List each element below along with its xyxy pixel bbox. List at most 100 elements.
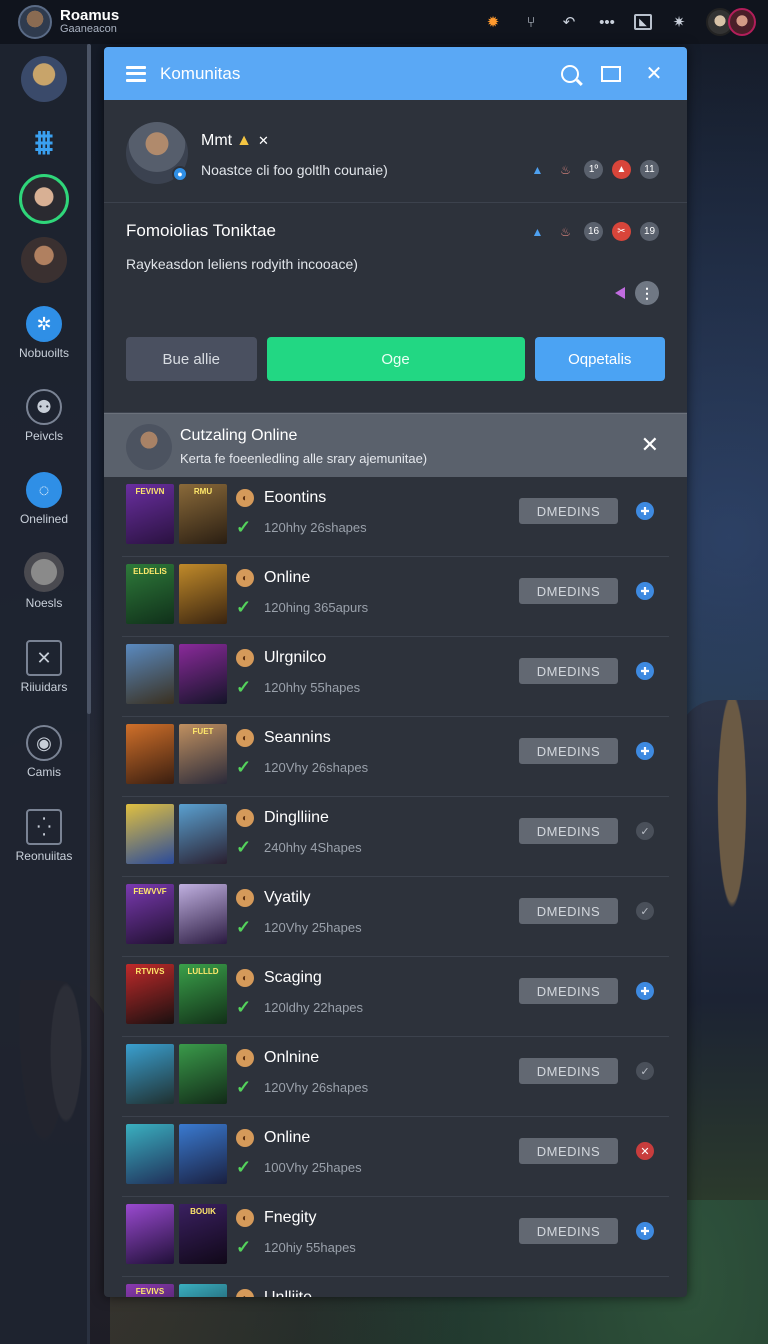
- rail-item-reonuiitas[interactable]: ⁛ Reonuiitas: [0, 809, 88, 863]
- fork-icon[interactable]: ⑂: [520, 11, 542, 33]
- check-icon: ✓: [236, 1157, 252, 1177]
- members-button[interactable]: DMEDINS: [519, 578, 618, 604]
- game-thumbnail[interactable]: [126, 1124, 174, 1184]
- members-button[interactable]: DMEDINS: [519, 818, 618, 844]
- play-back-icon[interactable]: [615, 287, 625, 299]
- notice-name-text: Mmt: [201, 132, 233, 149]
- check-icon: ✓: [236, 597, 252, 617]
- rail-item-peivcls[interactable]: ⚉ Peivcls: [0, 389, 88, 443]
- thumbnail-label: FEVIVS: [135, 1287, 165, 1296]
- add-icon[interactable]: ✚: [636, 742, 654, 760]
- menu-icon[interactable]: [126, 65, 146, 82]
- members-button[interactable]: DMEDINS: [519, 898, 618, 924]
- secondary-button[interactable]: Bue allie: [126, 337, 257, 381]
- game-thumbnail[interactable]: [179, 804, 227, 864]
- more-icon[interactable]: •••: [596, 11, 618, 33]
- game-thumbnail[interactable]: [126, 1044, 174, 1104]
- rail-item-onelined[interactable]: ◌ Onelined: [0, 472, 88, 526]
- game-thumbnail[interactable]: ELDELIS: [126, 564, 174, 624]
- game-thumbnail[interactable]: [179, 644, 227, 704]
- back-icon[interactable]: ↶: [558, 11, 580, 33]
- header-actions: ✕: [561, 63, 665, 85]
- rail-avatar[interactable]: [19, 174, 69, 224]
- rail-item-riiuidars[interactable]: ✕ Riiuidars: [0, 640, 88, 694]
- close-icon[interactable]: ✕: [641, 432, 659, 458]
- list-item[interactable]: FUET ◐ Seannins ✓ 120Vhy 26shapes DMEDINS ✚: [122, 717, 669, 797]
- top-bar: Roamus Gaaneacon ✹ ⑂ ↶ ••• ◣ ✷: [0, 0, 768, 44]
- remove-icon[interactable]: ✕: [636, 1142, 654, 1160]
- list-item[interactable]: ◐ Online ✓ 100Vhy 25hapes DMEDINS ✕: [122, 1117, 669, 1197]
- list-item[interactable]: FEVIVS ◐ Unlliite: [122, 1277, 669, 1297]
- members-button[interactable]: DMEDINS: [519, 978, 618, 1004]
- members-button[interactable]: DMEDINS: [519, 658, 618, 684]
- members-button[interactable]: DMEDINS: [519, 1058, 618, 1084]
- game-thumbnail[interactable]: BOUIK: [179, 1204, 227, 1264]
- list-item[interactable]: ◐ Ulrgnilco ✓ 120hhy 55hapes DMEDINS ✚: [122, 637, 669, 717]
- thumbnail-label: BOUIK: [190, 1207, 216, 1216]
- add-icon[interactable]: ✚: [636, 1222, 654, 1240]
- list-item[interactable]: BOUIK ◐ Fnegity ✓ 120hiy 55hapes DMEDINS ✚: [122, 1197, 669, 1277]
- rank-icon: ◐: [236, 1209, 254, 1227]
- community-panel: Komunitas ✕ ● Mmt ▲ ✕ Noastce cli foo golt…: [104, 47, 687, 1297]
- game-thumbnail[interactable]: [179, 884, 227, 944]
- members-button[interactable]: DMEDINS: [519, 738, 618, 764]
- game-thumbnail[interactable]: [179, 1124, 227, 1184]
- game-thumbnail[interactable]: [126, 644, 174, 704]
- check-icon: ✓: [236, 677, 252, 697]
- add-icon[interactable]: ✚: [636, 662, 654, 680]
- search-icon[interactable]: [561, 64, 579, 83]
- members-button[interactable]: DMEDINS: [519, 1218, 618, 1244]
- friend-avatar[interactable]: [728, 8, 756, 36]
- maximize-icon[interactable]: [601, 65, 621, 82]
- check-icon[interactable]: ✓: [636, 1062, 654, 1080]
- list-item[interactable]: FEWVVF ◐ Vyatily ✓ 120Vhy 25hapes DMEDINS ✓: [122, 877, 669, 957]
- add-icon[interactable]: ✚: [636, 982, 654, 1000]
- members-button[interactable]: DMEDINS: [519, 498, 618, 524]
- rail-item-camis[interactable]: ◉ Camis: [0, 725, 88, 779]
- primary-button[interactable]: Oge: [266, 337, 525, 381]
- game-thumbnail[interactable]: FEVIVS: [126, 1284, 174, 1297]
- list-item[interactable]: ELDELIS ◐ Online ✓ 120hing 365apurs DMEDINS ✚: [122, 557, 669, 637]
- check-icon[interactable]: ✓: [636, 902, 654, 920]
- game-thumbnail[interactable]: [179, 1284, 227, 1297]
- rail-item-noesls[interactable]: Noesls: [0, 552, 88, 610]
- game-thumbnail[interactable]: FUET: [179, 724, 227, 784]
- check-icon[interactable]: ✓: [636, 822, 654, 840]
- close-x-icon[interactable]: ✕: [258, 133, 269, 148]
- close-icon[interactable]: ✕: [643, 63, 665, 85]
- list-item[interactable]: RTVIVS LULLLD ◐ Scaging ✓ 120ldhy 22hapes DMED…: [122, 957, 669, 1037]
- rail-avatar[interactable]: [21, 56, 67, 102]
- rail-avatar[interactable]: [21, 237, 67, 283]
- check-icon: ✓: [236, 1237, 252, 1257]
- game-thumbnail[interactable]: LULLLD: [179, 964, 227, 1024]
- more-options-icon[interactable]: ⋮: [635, 281, 659, 305]
- game-thumbnail[interactable]: [126, 1204, 174, 1264]
- gear-icon[interactable]: ✷: [668, 11, 690, 33]
- list-item[interactable]: ◐ Dinglliine ✓ 240hhy 4Shapes DMEDINS ✓: [122, 797, 669, 877]
- box-icon[interactable]: ◣: [634, 14, 652, 30]
- game-thumbnail[interactable]: [126, 724, 174, 784]
- flame-icon[interactable]: ✹: [482, 11, 504, 33]
- notice-text: Noastce cli foo goltlh counaie): [201, 162, 388, 178]
- game-thumbnail[interactable]: [179, 564, 227, 624]
- members-button[interactable]: DMEDINS: [519, 1138, 618, 1164]
- list-item[interactable]: FEVIVN RMU ◐ Eoontins ✓ 120hhy 26shapes DMEDIN…: [122, 477, 669, 557]
- app-logo-icon[interactable]: ⩩: [21, 120, 67, 166]
- section-header: Cutzaling Online Kerta fe foeenledling a…: [104, 413, 687, 477]
- user-avatar[interactable]: [18, 5, 52, 39]
- game-thumbnail[interactable]: RTVIVS: [126, 964, 174, 1024]
- section-avatar: [126, 424, 172, 470]
- add-icon[interactable]: ✚: [636, 502, 654, 520]
- game-thumbnail[interactable]: [179, 1044, 227, 1104]
- add-icon[interactable]: ✚: [636, 582, 654, 600]
- game-thumbnail[interactable]: FEWVVF: [126, 884, 174, 944]
- details-button[interactable]: Oqpetalis: [534, 337, 665, 381]
- game-thumbnail[interactable]: FEVIVN: [126, 484, 174, 544]
- game-thumbnail[interactable]: RMU: [179, 484, 227, 544]
- game-thumbnail[interactable]: [126, 804, 174, 864]
- rail-scrollbar[interactable]: [87, 44, 91, 714]
- list-item-title: Fnegity: [264, 1209, 317, 1226]
- rail-item-nobuoilts[interactable]: ✲ Nobuoilts: [0, 306, 88, 360]
- list-item[interactable]: ◐ Onlnine ✓ 120Vhy 26shapes DMEDINS ✓: [122, 1037, 669, 1117]
- notice-avatar[interactable]: ●: [126, 122, 188, 184]
